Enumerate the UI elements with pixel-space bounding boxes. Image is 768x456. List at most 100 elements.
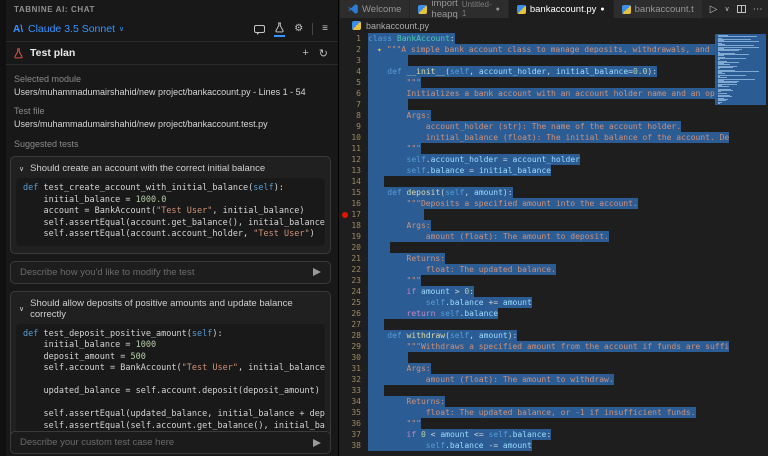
code-line[interactable]: 22 float: The updated balance. — [340, 264, 768, 275]
code-line[interactable]: 30 — [340, 352, 768, 363]
code-line[interactable]: 32 amount (float): The amount to withdra… — [340, 374, 768, 385]
add-test-button[interactable]: + — [302, 47, 308, 60]
code-line[interactable]: 29 """Withdraws a specified amount from … — [340, 341, 768, 352]
code-line[interactable]: 19 amount (float): The amount to deposit… — [340, 231, 768, 242]
line-number[interactable]: 30 — [340, 352, 368, 363]
tabnine-spark-icon[interactable]: ✦ — [368, 45, 387, 54]
line-number[interactable]: 12 — [340, 154, 368, 165]
code-line[interactable]: 24 if amount > 0: — [340, 286, 768, 297]
code-line[interactable]: 27 — [340, 319, 768, 330]
run-button[interactable]: ▷ — [710, 4, 718, 15]
code-line[interactable]: 6 Initializes a bank account with an acc… — [340, 88, 768, 99]
tab-bankaccount-test[interactable]: bankaccount.t — [613, 0, 703, 18]
code-line[interactable]: 26 return self.balance — [340, 308, 768, 319]
line-number[interactable]: 35 — [340, 407, 368, 418]
custom-test-input[interactable] — [20, 437, 313, 448]
line-number[interactable]: 31 — [340, 363, 368, 374]
line-number[interactable]: 24 — [340, 286, 368, 297]
code-line[interactable]: 15 def deposit(self, amount): — [340, 187, 768, 198]
line-number[interactable]: 38 — [340, 440, 368, 451]
line-number[interactable]: 1 — [340, 33, 368, 44]
code-line[interactable]: 31 Args: — [340, 363, 768, 374]
code-line[interactable]: 13 self.balance = initial_balance — [340, 165, 768, 176]
code-line[interactable]: 21 Returns: — [340, 253, 768, 264]
chevron-down-icon[interactable]: ∨ — [119, 25, 124, 33]
code-line[interactable]: 12 self.account_holder = account_holder — [340, 154, 768, 165]
code-line[interactable]: 1 class BankAccount: — [340, 33, 768, 44]
line-number[interactable]: 6 — [340, 88, 368, 99]
line-number[interactable]: 29 — [340, 341, 368, 352]
test-flask-tab-icon[interactable] — [274, 21, 286, 37]
line-number[interactable]: 13 — [340, 165, 368, 176]
line-number[interactable]: 14 — [340, 176, 368, 187]
line-number[interactable]: 5 — [340, 77, 368, 88]
code-line[interactable]: 16 """Deposits a specified amount into t… — [340, 198, 768, 209]
line-number[interactable]: 22 — [340, 264, 368, 275]
test-card-header[interactable]: ∨ Should create an account with the corr… — [11, 157, 330, 178]
line-number[interactable]: 10 — [340, 132, 368, 143]
code-line[interactable]: 7 — [340, 99, 768, 110]
line-number[interactable]: 27 — [340, 319, 368, 330]
refresh-button[interactable]: ↻ — [319, 47, 328, 60]
code-line[interactable]: 2 ✦ """A simple bank account class to mana… — [340, 44, 768, 55]
tab-welcome[interactable]: Welcome — [340, 0, 411, 18]
code-line[interactable]: 23 """ — [340, 275, 768, 286]
modify-test-input[interactable] — [20, 266, 313, 278]
line-number[interactable]: 37 — [340, 429, 368, 440]
send-icon[interactable] — [313, 268, 321, 276]
dirty-indicator[interactable]: ● — [496, 6, 500, 13]
line-number[interactable]: 26 — [340, 308, 368, 319]
breakpoint-icon[interactable] — [342, 211, 348, 218]
line-number[interactable]: 16 — [340, 198, 368, 209]
chevron-down-icon[interactable]: ∨ — [19, 305, 24, 313]
code-line[interactable]: 35 float: The updated balance, or -1 if … — [340, 407, 768, 418]
line-number[interactable]: 4 — [340, 66, 368, 77]
line-number[interactable]: 28 — [340, 330, 368, 341]
code-line[interactable]: 17 — [340, 209, 768, 220]
model-selector[interactable]: Claude 3.5 Sonnet — [28, 23, 115, 35]
run-chevron-icon[interactable]: ∨ — [725, 5, 730, 13]
line-number[interactable]: 32 — [340, 374, 368, 385]
minimap[interactable] — [715, 34, 766, 456]
line-number[interactable]: 7 — [340, 99, 368, 110]
menu-icon[interactable]: ≡ — [322, 21, 328, 37]
line-number[interactable]: 17 — [340, 209, 368, 220]
line-number[interactable]: 34 — [340, 396, 368, 407]
code-line[interactable]: 14 — [340, 176, 768, 187]
line-number[interactable]: 18 — [340, 220, 368, 231]
code-editor[interactable]: 1 class BankAccount: 2 ✦ """A simple bank ac… — [340, 33, 768, 456]
line-number[interactable]: 9 — [340, 121, 368, 132]
code-line[interactable]: 37 if 0 < amount <= self.balance: — [340, 429, 768, 440]
line-number[interactable]: 2 — [340, 44, 368, 55]
gear-icon[interactable]: ⚙ — [294, 21, 303, 37]
line-number[interactable]: 8 — [340, 110, 368, 121]
code-line[interactable]: 25 self.balance += amount — [340, 297, 768, 308]
code-line[interactable]: 4 def __init__(self, account_holder, ini… — [340, 66, 768, 77]
line-number[interactable]: 15 — [340, 187, 368, 198]
tab-untitled-1[interactable]: import heapq Untitled-1 ● — [410, 0, 509, 20]
code-line[interactable]: 33 — [340, 385, 768, 396]
code-line[interactable]: 8 Args: — [340, 110, 768, 121]
code-line[interactable]: 9 account_holder (str): The name of the … — [340, 121, 768, 132]
line-number[interactable]: 19 — [340, 231, 368, 242]
chevron-down-icon[interactable]: ∨ — [19, 165, 24, 173]
dirty-indicator[interactable]: ● — [600, 6, 604, 13]
code-line[interactable]: 10 initial_balance (float): The initial … — [340, 132, 768, 143]
code-line[interactable]: 11 """ — [340, 143, 768, 154]
line-number[interactable]: 20 — [340, 242, 368, 253]
send-icon[interactable] — [313, 438, 321, 447]
line-number[interactable]: 36 — [340, 418, 368, 429]
line-number[interactable]: 23 — [340, 275, 368, 286]
line-number[interactable]: 21 — [340, 253, 368, 264]
code-line[interactable]: 3 — [340, 55, 768, 66]
code-line[interactable]: 28 def withdraw(self, amount): — [340, 330, 768, 341]
code-line[interactable]: 38 self.balance -= amount — [340, 440, 768, 451]
code-line[interactable]: 34 Returns: — [340, 396, 768, 407]
line-number[interactable]: 3 — [340, 55, 368, 66]
code-line[interactable]: 5 """ — [340, 77, 768, 88]
test-card-header[interactable]: ∨ Should allow deposits of positive amou… — [11, 292, 330, 324]
code-line[interactable]: 20 — [340, 242, 768, 253]
line-number[interactable]: 33 — [340, 385, 368, 396]
breadcrumb[interactable]: bankaccount.py — [340, 18, 768, 33]
chat-icon[interactable] — [254, 21, 266, 37]
